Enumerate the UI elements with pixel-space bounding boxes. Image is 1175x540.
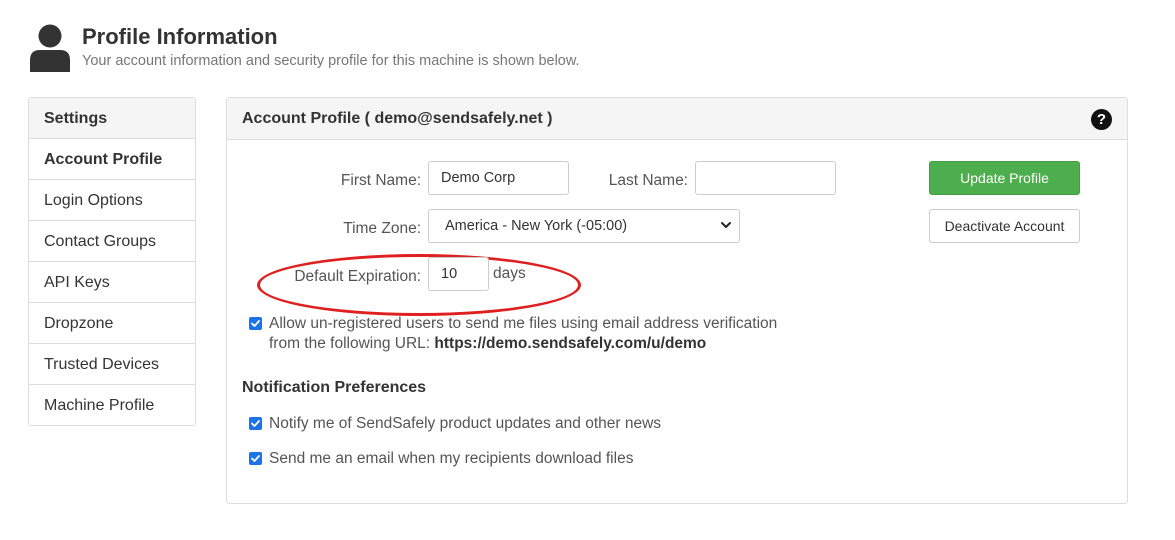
last-name-label: Last Name: [608, 172, 688, 189]
allow-unregistered-url-line: from the following URL: https://demo.sen… [269, 334, 706, 354]
notify-downloads-label: Send me an email when my recipients down… [269, 450, 634, 467]
deactivate-account-button[interactable]: Deactivate Account [929, 209, 1080, 243]
update-profile-button[interactable]: Update Profile [929, 161, 1080, 195]
time-zone-label: Time Zone: [343, 220, 421, 237]
sidebar-heading: Settings [29, 98, 195, 139]
settings-sidebar: Settings Account Profile Login Options C… [28, 97, 196, 426]
account-profile-panel: Account Profile ( demo@sendsafely.net ) … [226, 97, 1128, 504]
notify-product-updates-label: Notify me of SendSafely product updates … [269, 415, 662, 432]
help-icon[interactable]: ? [1091, 109, 1112, 130]
page-title: Profile Information [82, 24, 278, 49]
checkmark-icon [251, 320, 260, 327]
default-expiration-label: Default Expiration: [294, 268, 421, 285]
first-name-input[interactable] [428, 161, 569, 195]
time-zone-select[interactable]: America - New York (-05:00) [428, 209, 740, 243]
url-prefix-label: from the following URL: [269, 335, 431, 352]
default-expiration-unit: days [493, 265, 526, 282]
allow-unregistered-checkbox[interactable] [249, 317, 262, 330]
sidebar-item-api-keys[interactable]: API Keys [29, 262, 195, 303]
allow-unregistered-text: Allow un-registered users to send me fil… [269, 315, 778, 332]
dropzone-url: https://demo.sendsafely.com/u/demo [434, 335, 707, 352]
chevron-down-icon [721, 222, 731, 228]
time-zone-selected-value: America - New York (-05:00) [445, 218, 628, 234]
checkmark-icon [251, 455, 260, 462]
page-subtitle: Your account information and security pr… [82, 53, 580, 69]
sidebar-item-account-profile[interactable]: Account Profile [29, 139, 195, 180]
checkmark-icon [251, 420, 260, 427]
sidebar-item-trusted-devices[interactable]: Trusted Devices [29, 344, 195, 385]
sidebar-item-contact-groups[interactable]: Contact Groups [29, 221, 195, 262]
panel-title: Account Profile ( demo@sendsafely.net ) [242, 110, 553, 127]
panel-heading: Account Profile ( demo@sendsafely.net ) … [227, 98, 1127, 140]
sidebar-item-login-options[interactable]: Login Options [29, 180, 195, 221]
last-name-input[interactable] [695, 161, 836, 195]
sidebar-item-machine-profile[interactable]: Machine Profile [29, 385, 195, 425]
user-icon [30, 24, 70, 72]
notification-preferences-heading: Notification Preferences [242, 379, 427, 396]
sidebar-item-dropzone[interactable]: Dropzone [29, 303, 195, 344]
default-expiration-input[interactable] [428, 257, 489, 291]
notify-product-updates-checkbox[interactable] [249, 417, 262, 430]
page-header: Profile Information Your account informa… [28, 24, 728, 74]
first-name-label: First Name: [340, 172, 421, 189]
notify-downloads-checkbox[interactable] [249, 452, 262, 465]
